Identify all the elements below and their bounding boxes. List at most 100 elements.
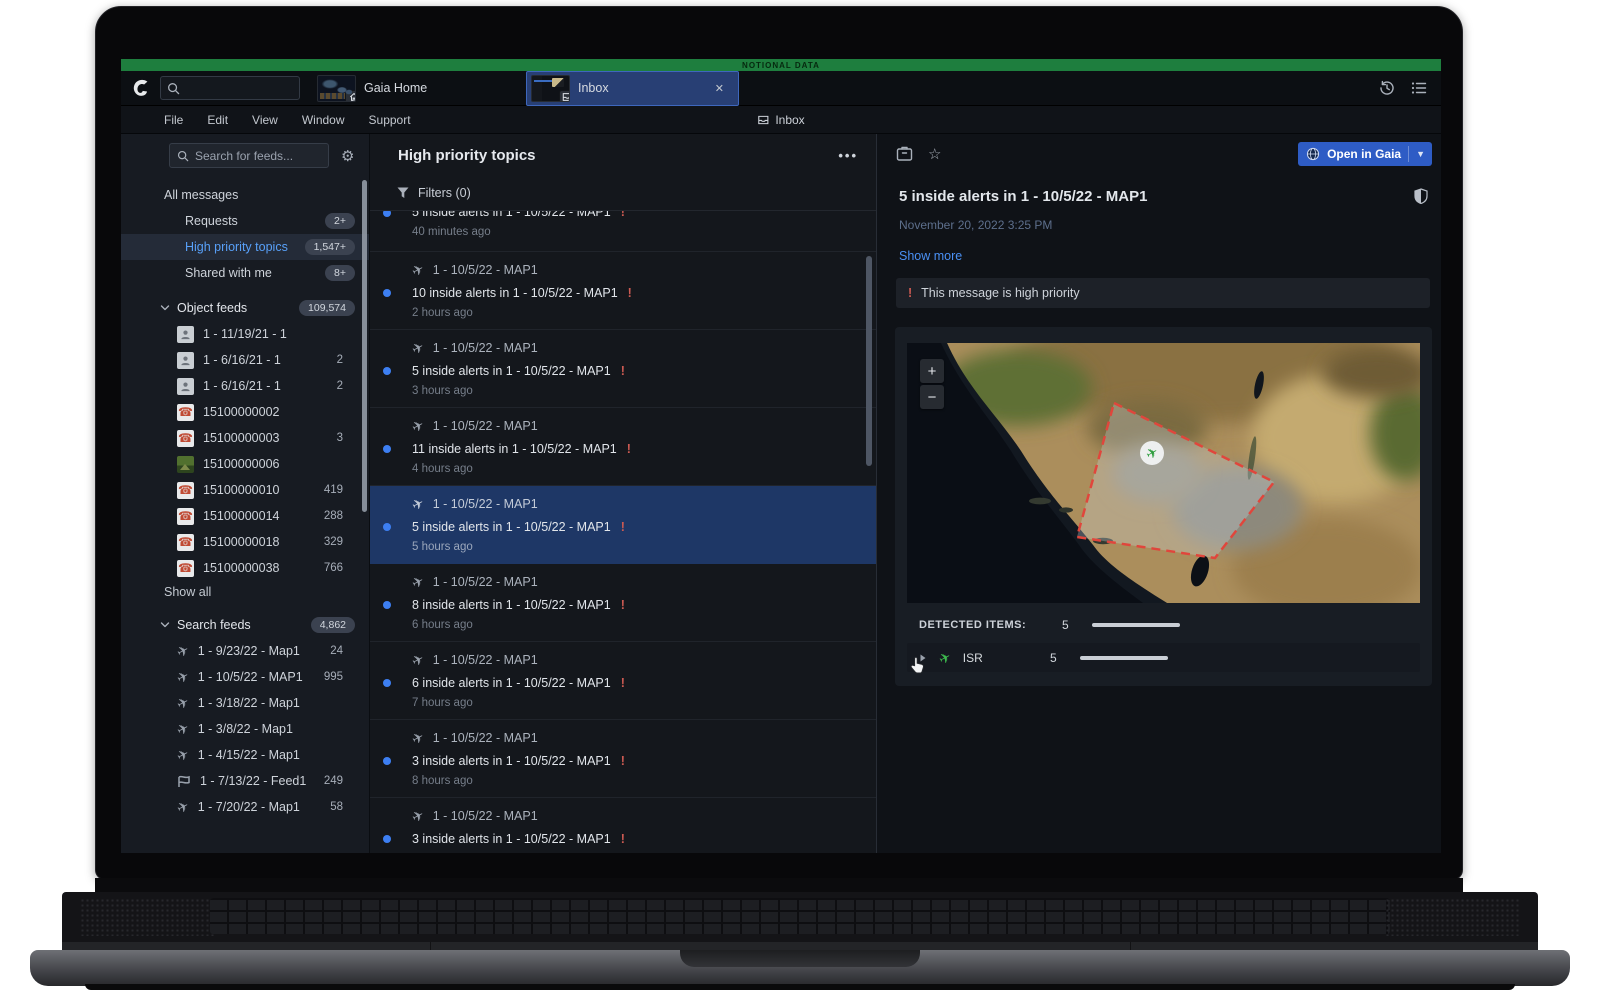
message-title: 5 inside alerts in 1 - 10/5/22 - MAP1 (899, 188, 1147, 205)
search-icon (167, 82, 180, 95)
filters-bar[interactable]: Filters (0) (370, 176, 876, 211)
gear-icon[interactable]: ⚙ (341, 147, 354, 165)
keyboard (210, 898, 1390, 934)
shield-icon[interactable] (1414, 188, 1428, 209)
object-feed-item[interactable]: ☎15100000018329 (121, 529, 369, 555)
unread-dot (383, 835, 391, 843)
history-icon[interactable] (1379, 80, 1395, 96)
search-feed-item[interactable]: ✈1 - 3/18/22 - Map1 (121, 690, 369, 716)
count-bar (1092, 623, 1180, 627)
message-row[interactable]: 5 inside alerts in 1 - 10/5/22 - MAP1! 4… (370, 211, 876, 252)
close-tab-icon[interactable]: ✕ (711, 80, 728, 97)
priority-mark: ! (621, 754, 625, 768)
menu-edit[interactable]: Edit (207, 113, 228, 127)
message-row[interactable]: ✈1 - 10/5/22 - MAP1 8 inside alerts in 1… (370, 564, 876, 642)
laptop-front-edge (30, 950, 1570, 986)
person-icon (177, 378, 194, 395)
tab-label: Gaia Home (364, 81, 427, 95)
global-search-input[interactable] (160, 76, 300, 100)
count-badge: 1,547+ (305, 239, 355, 255)
jet-icon: ✈ (174, 694, 191, 712)
message-row[interactable]: ✈1 - 10/5/22 - MAP1 6 inside alerts in 1… (370, 642, 876, 720)
object-feed-item[interactable]: 15100000006 (121, 451, 369, 477)
priority-mark: ! (621, 364, 625, 378)
search-feeds-input[interactable]: Search for feeds... (169, 143, 329, 168)
message-row[interactable]: ✈1 - 10/5/22 - MAP1 11 inside alerts in … (370, 408, 876, 486)
isr-row[interactable]: ✈ ISR 5 (907, 643, 1420, 672)
menu-support[interactable]: Support (369, 113, 411, 127)
priority-mark: ! (908, 286, 912, 300)
satellite-map[interactable]: ✈ + − (907, 343, 1420, 603)
inbox-icon (757, 115, 769, 125)
notional-data-banner: NOTIONAL DATA (121, 59, 1441, 71)
menu-view[interactable]: View (252, 113, 278, 127)
archive-icon[interactable] (896, 146, 913, 162)
mouse-cursor (909, 656, 926, 674)
priority-mark: ! (627, 442, 631, 456)
object-feed-item[interactable]: ☎15100000010419 (121, 477, 369, 503)
star-icon[interactable]: ☆ (928, 145, 941, 163)
search-feed-item[interactable]: ✈1 - 3/8/22 - Map1 (121, 716, 369, 742)
sidebar-item-shared-with-me[interactable]: Shared with me8+ (121, 260, 369, 286)
unread-dot (383, 445, 391, 453)
menu-window[interactable]: Window (302, 113, 345, 127)
sidebar-item-all-messages[interactable]: All messages (121, 182, 369, 208)
search-feed-item[interactable]: ✈1 - 7/20/22 - Map158 (121, 794, 369, 820)
more-options-icon[interactable]: ••• (838, 148, 858, 163)
phone-icon: ☎ (177, 534, 194, 551)
zoom-in-button[interactable]: + (920, 359, 944, 383)
search-icon (177, 150, 189, 162)
zoom-out-button[interactable]: − (920, 385, 944, 409)
speaker-grille (1385, 898, 1520, 936)
section-object-feeds[interactable]: Object feeds 109,574 (121, 295, 369, 321)
jet-icon: ✈ (174, 642, 191, 660)
object-feed-item[interactable]: ☎15100000002 (121, 399, 369, 425)
panel-title: High priority topics (398, 147, 536, 164)
phone-icon: ☎ (177, 482, 194, 499)
chevron-down-icon (160, 303, 170, 313)
open-in-gaia-button[interactable]: Open in Gaia ▼ (1298, 142, 1432, 166)
sidebar-scrollbar[interactable] (362, 180, 367, 512)
search-feed-item[interactable]: ✈1 - 10/5/22 - MAP1995 (121, 664, 369, 690)
message-row[interactable]: ✈1 - 10/5/22 - MAP1 10 inside alerts in … (370, 252, 876, 330)
message-row-selected[interactable]: ✈1 - 10/5/22 - MAP1 5 inside alerts in 1… (370, 486, 876, 564)
unread-dot (383, 367, 391, 375)
tab-inbox[interactable]: Inbox ✕ (526, 71, 739, 106)
object-feed-item[interactable]: ☎15100000014288 (121, 503, 369, 529)
search-feed-item[interactable]: ✈1 - 9/23/22 - Map124 (121, 638, 369, 664)
chevron-down-icon[interactable]: ▼ (1416, 149, 1425, 159)
list-menu-icon[interactable] (1411, 81, 1427, 95)
search-feed-item[interactable]: 1 - 7/13/22 - Feed1249 (121, 768, 369, 794)
search-feed-item[interactable]: ✈1 - 4/15/22 - Map1 (121, 742, 369, 768)
tab-gaia-home[interactable]: Gaia Home (313, 71, 526, 106)
object-feed-item[interactable]: 1 - 11/19/21 - 1 (121, 321, 369, 347)
object-feed-item[interactable]: 1 - 6/16/21 - 12 (121, 347, 369, 373)
sidebar-item-high-priority-topics[interactable]: High priority topics1,547+ (121, 234, 369, 260)
count-badge: 109,574 (299, 300, 355, 316)
feeds-sidebar: Search for feeds... ⚙ All messages Reque… (121, 134, 369, 853)
phone-icon: ☎ (177, 508, 194, 525)
message-row[interactable]: ✈1 - 10/5/22 - MAP1 5 inside alerts in 1… (370, 330, 876, 408)
object-feed-item[interactable]: ☎151000000033 (121, 425, 369, 451)
section-search-feeds[interactable]: Search feeds 4,862 (121, 612, 369, 638)
laptop-mockup: NOTIONAL DATA Gaia H (0, 0, 1600, 991)
object-feed-item[interactable]: 1 - 6/16/21 - 12 (121, 373, 369, 399)
menu-file[interactable]: File (164, 113, 183, 127)
unread-dot (383, 679, 391, 687)
jet-icon: ✈ (174, 746, 191, 764)
laptop-lid: NOTIONAL DATA Gaia H (95, 6, 1463, 880)
message-list-scrollbar[interactable] (866, 256, 872, 466)
high-priority-banner: ! This message is high priority (896, 278, 1430, 308)
message-row[interactable]: ✈1 - 10/5/22 - MAP1 3 inside alerts in 1… (370, 798, 876, 853)
show-all-link[interactable]: Show all (121, 581, 369, 603)
lid-opening-notch (680, 950, 920, 967)
show-more-link[interactable]: Show more (899, 249, 1441, 263)
sidebar-item-requests[interactable]: Requests2+ (121, 208, 369, 234)
map-image: ✈ (907, 343, 1420, 603)
globe-icon (1306, 147, 1320, 161)
count-badge: 8+ (325, 265, 355, 281)
speaker-grille (80, 898, 215, 936)
message-row[interactable]: ✈1 - 10/5/22 - MAP1 3 inside alerts in 1… (370, 720, 876, 798)
object-feed-item[interactable]: ☎15100000038766 (121, 555, 369, 581)
priority-mark: ! (621, 832, 625, 846)
